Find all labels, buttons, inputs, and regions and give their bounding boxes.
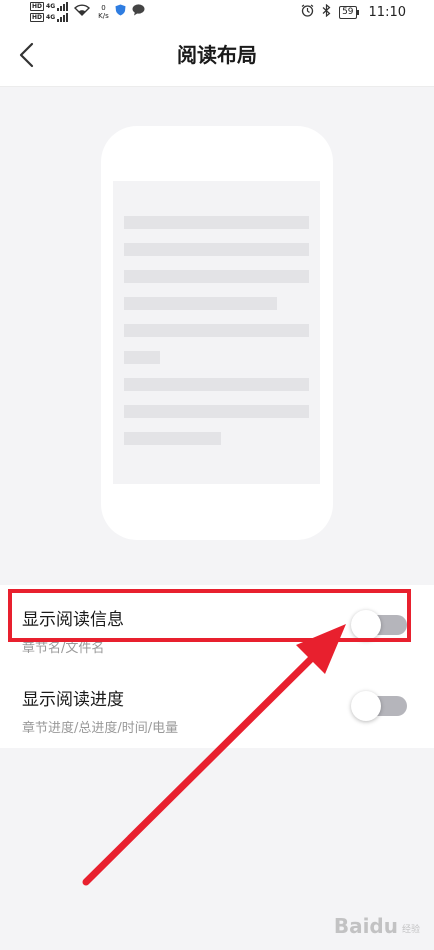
watermark-logo: Baidu [333, 914, 398, 938]
preview-text-line [124, 432, 221, 445]
setting-title: 显示阅读信息 [22, 610, 124, 630]
preview-text-line [124, 324, 309, 337]
signal-icon [57, 2, 69, 11]
bluetooth-icon [322, 3, 331, 21]
preview-text-line [124, 351, 160, 364]
wifi-icon [74, 4, 91, 20]
layout-preview [101, 126, 333, 540]
watermark-sub: 经验 [401, 925, 420, 935]
preview-text-line [124, 297, 277, 310]
speed-value: 0 [101, 4, 106, 12]
setting-show-reading-progress[interactable]: 显示阅读进度 章节进度/总进度/时间/电量 [0, 665, 434, 745]
preview-page [113, 181, 320, 484]
setting-title: 显示阅读进度 [22, 690, 124, 710]
status-time: 11:10 [368, 4, 406, 20]
status-bar-left: HD 4G HD 4G 0 K/s [30, 0, 145, 24]
page-title: 阅读布局 [177, 43, 257, 67]
sim-indicators: HD 4G HD 4G [30, 2, 69, 23]
network-type: 4G [46, 3, 56, 10]
setting-subtitle: 章节名/文件名 [22, 641, 105, 656]
hd-badge: HD [30, 13, 45, 22]
signal-icon [57, 13, 69, 22]
hd-badge: HD [30, 2, 45, 11]
preview-text-line [124, 243, 309, 256]
setting-subtitle: 章节进度/总进度/时间/电量 [22, 721, 179, 736]
shield-icon [115, 4, 126, 20]
sim2-indicator: HD 4G [30, 13, 69, 23]
toggle-knob [351, 691, 381, 721]
speed-unit: K/s [98, 12, 109, 20]
status-bar-right: 59 11:10 [301, 0, 406, 24]
preview-text-line [124, 405, 309, 418]
show-reading-info-toggle[interactable] [351, 610, 407, 640]
preview-text-line [124, 378, 309, 391]
show-reading-progress-toggle[interactable] [351, 691, 407, 721]
status-bar: HD 4G HD 4G 0 K/s 59 11:10 [0, 0, 434, 24]
baidu-watermark: Baidu 经验 [334, 914, 420, 938]
settings-list: 显示阅读信息 章节名/文件名 显示阅读进度 章节进度/总进度/时间/电量 [0, 585, 434, 748]
network-speed: 0 K/s [98, 4, 109, 20]
preview-text-line [124, 270, 309, 283]
chat-bubble-icon [132, 4, 145, 20]
network-type: 4G [46, 14, 56, 21]
preview-text-line [124, 216, 309, 229]
alarm-icon [301, 4, 314, 21]
toggle-knob [351, 610, 381, 640]
sim1-indicator: HD 4G [30, 2, 69, 12]
setting-show-reading-info[interactable]: 显示阅读信息 章节名/文件名 [0, 585, 434, 665]
header: 阅读布局 [0, 24, 434, 87]
battery-indicator: 59 [339, 5, 360, 19]
